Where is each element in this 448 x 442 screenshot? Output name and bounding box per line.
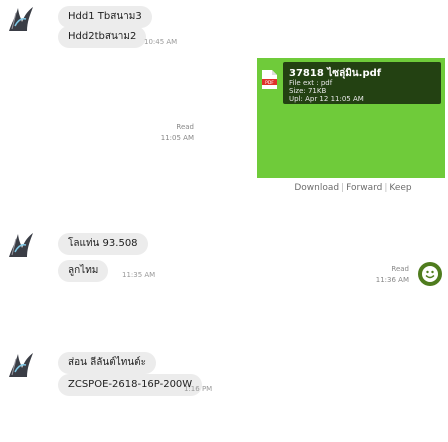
- read-label: Read: [176, 123, 194, 131]
- keep-link[interactable]: Keep: [389, 183, 411, 193]
- message-time: 1:16 PM: [184, 385, 213, 393]
- action-separator: |: [341, 183, 345, 193]
- message-bubble-5-line-1[interactable]: ส่อน ลีลันต์ไทนต์ะ: [58, 352, 157, 374]
- file-actions: Download | Forward | Keep: [260, 183, 446, 193]
- file-preview[interactable]: PDF 37818 ไซลุ่มิน.pdf File ext : pdf Si…: [257, 58, 445, 178]
- forward-link[interactable]: Forward: [346, 183, 382, 193]
- read-receipt: Read 11:05 AM: [148, 122, 194, 144]
- read-label: Read: [391, 265, 409, 273]
- file-date: Upl: Apr 12 11:05 AM: [289, 95, 364, 103]
- file-size: Size: 71KB: [289, 87, 327, 95]
- read-receipt: Read 11:36 AM: [363, 264, 409, 286]
- message-bubble-3[interactable]: ลูกไทม: [58, 260, 109, 282]
- message-time: 11:05 AM: [160, 134, 194, 142]
- download-link[interactable]: Download: [294, 183, 339, 193]
- svg-text:PDF: PDF: [265, 80, 274, 86]
- message-time: 11:35 AM: [122, 271, 156, 279]
- pdf-file-icon: PDF: [262, 70, 277, 89]
- file-type: File ext : pdf: [289, 79, 333, 87]
- avatar[interactable]: [6, 350, 36, 380]
- message-bubble-1[interactable]: Hdd2tbสนาม2: [58, 26, 147, 48]
- message-bubble-5[interactable]: ZCSPOE-2618-16P-200W: [58, 374, 203, 396]
- avatar[interactable]: [6, 230, 36, 260]
- message-time: 10:45 AM: [144, 38, 178, 46]
- file-info-overlay: 37818 ไซลุ่มิน.pdf File ext : pdf Size: …: [283, 62, 441, 104]
- message-time: 11:36 AM: [375, 276, 409, 284]
- message-bubble-1-line-1[interactable]: Hdd1 Tbสนาม3: [58, 6, 152, 28]
- message-bubble-3-line-1[interactable]: โลแท่น 93.508: [58, 233, 148, 255]
- smiley-sticker-icon[interactable]: [417, 261, 443, 287]
- avatar[interactable]: [6, 4, 36, 34]
- action-separator: |: [384, 183, 388, 193]
